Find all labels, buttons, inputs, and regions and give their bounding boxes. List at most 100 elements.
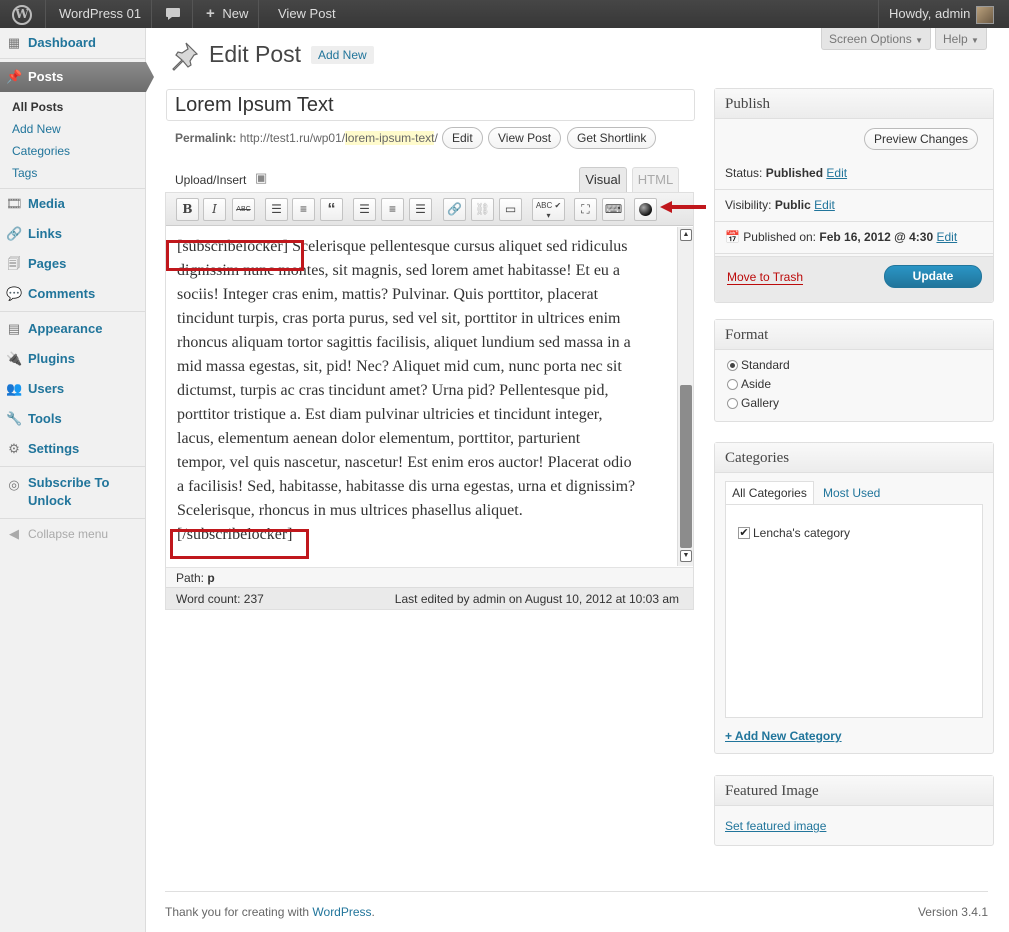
strikethrough-button[interactable]: ABC bbox=[232, 198, 255, 221]
category-checkbox[interactable]: ✔ bbox=[738, 527, 750, 539]
content-line: tincidunt turpis, cras porta purus, sed … bbox=[177, 310, 621, 327]
unlink-icon: ⛓ bbox=[474, 202, 491, 216]
tab-html[interactable]: HTML bbox=[632, 167, 679, 193]
menu-subscribe-to-unlock[interactable]: ◎ Subscribe To Unlock bbox=[0, 474, 145, 514]
view-post-label: View Post bbox=[278, 6, 336, 21]
add-new-post-button[interactable]: Add New bbox=[311, 46, 374, 64]
my-account-menu[interactable]: Howdy, admin bbox=[878, 0, 1009, 28]
word-count: Word count: 237 bbox=[176, 592, 264, 606]
spellcheck-button[interactable]: ABC ✔ ▾ bbox=[532, 198, 565, 221]
view-post-button[interactable]: View Post bbox=[488, 127, 562, 149]
add-new-category-link[interactable]: + Add New Category bbox=[725, 729, 842, 743]
featured-image-box-title[interactable]: Featured Image bbox=[715, 776, 993, 806]
submenu-add-new[interactable]: Add New bbox=[12, 122, 61, 136]
unlink-button[interactable]: ⛓ bbox=[471, 198, 494, 221]
view-post-link[interactable]: View Post bbox=[268, 0, 346, 28]
menu-tools[interactable]: 🔧 Tools bbox=[0, 404, 145, 434]
wordpress-link[interactable]: WordPress bbox=[312, 905, 371, 919]
menu-pages[interactable]: 🗐 Pages bbox=[0, 249, 145, 279]
format-standard-label: Standard bbox=[741, 358, 790, 372]
new-content-menu[interactable]: + New bbox=[196, 0, 260, 28]
format-gallery-radio[interactable] bbox=[727, 398, 738, 409]
scroll-down-icon[interactable]: ▼ bbox=[680, 550, 692, 562]
content-line: tempor, vel quis nascetur, nascetur! Est… bbox=[177, 454, 632, 471]
format-box-title[interactable]: Format bbox=[715, 320, 993, 350]
post-title-input[interactable] bbox=[166, 89, 695, 121]
permalink-slug[interactable]: lorem-ipsum-text bbox=[345, 131, 435, 145]
bullet-list-button[interactable]: ☰ bbox=[265, 198, 288, 221]
menu-appearance[interactable]: ▤ Appearance bbox=[0, 314, 145, 344]
admin-sidebar: ▦ Dashboard 📌 Posts All Posts Add New Ca… bbox=[0, 28, 154, 932]
content-line: a facilisis! Sed, habitasse, habitasse d… bbox=[177, 478, 636, 495]
more-tag-icon: ▭ bbox=[504, 202, 517, 216]
menu-posts[interactable]: 📌 Posts bbox=[0, 62, 154, 92]
comments-link[interactable] bbox=[155, 0, 193, 28]
publish-box-title[interactable]: Publish bbox=[715, 89, 993, 119]
get-shortlink-button[interactable]: Get Shortlink bbox=[567, 127, 657, 149]
media-upload-icon[interactable]: ▣ bbox=[255, 170, 267, 186]
red-arrow-icon bbox=[660, 201, 706, 213]
collapse-menu[interactable]: ◀ Collapse menu bbox=[0, 519, 145, 549]
update-button[interactable]: Update bbox=[884, 265, 982, 288]
wp-logo-menu[interactable]: W bbox=[0, 0, 46, 28]
menu-links[interactable]: 🔗 Links bbox=[0, 219, 145, 249]
new-label: New bbox=[222, 6, 249, 21]
menu-plugins[interactable]: 🔌 Plugins bbox=[0, 344, 145, 374]
move-to-trash-link[interactable]: Move to Trash bbox=[727, 270, 804, 285]
categories-box-title[interactable]: Categories bbox=[715, 443, 993, 473]
menu-dashboard[interactable]: ▦ Dashboard bbox=[0, 28, 145, 58]
blockquote-button[interactable]: “ bbox=[320, 198, 343, 221]
users-icon: 👥 bbox=[6, 381, 23, 396]
align-left-button[interactable]: ☰ bbox=[353, 198, 376, 221]
path-value[interactable]: p bbox=[207, 571, 214, 585]
locker-ball-icon bbox=[639, 203, 652, 216]
subscribe-icon: ◎ bbox=[8, 477, 20, 492]
align-center-button[interactable]: ≡ bbox=[381, 198, 404, 221]
align-right-button[interactable]: ☰ bbox=[409, 198, 432, 221]
menu-comments[interactable]: 💬 Comments bbox=[0, 279, 145, 309]
edit-status-link[interactable]: Edit bbox=[826, 166, 847, 180]
upload-insert-link[interactable]: Upload/Insert bbox=[175, 173, 246, 187]
edit-visibility-link[interactable]: Edit bbox=[814, 198, 835, 212]
tab-most-used[interactable]: Most Used bbox=[823, 486, 880, 500]
edit-permalink-button[interactable]: Edit bbox=[442, 127, 483, 149]
screen-options-button[interactable]: Screen Options ▼ bbox=[821, 28, 931, 50]
menu-label-line1: Subscribe To bbox=[28, 475, 110, 490]
dropdown-arrow-icon: ▼ bbox=[915, 36, 923, 45]
submenu-tags[interactable]: Tags bbox=[12, 166, 37, 180]
scroll-thumb[interactable] bbox=[680, 385, 692, 548]
help-button[interactable]: Help ▼ bbox=[935, 28, 987, 50]
menu-label: Pages bbox=[28, 256, 67, 271]
numbered-list-button[interactable]: ≡ bbox=[292, 198, 315, 221]
menu-users[interactable]: 👥 Users bbox=[0, 374, 145, 404]
collapse-label: Collapse menu bbox=[28, 527, 109, 541]
submenu-categories[interactable]: Categories bbox=[12, 144, 70, 158]
menu-media[interactable]: 🎞 Media bbox=[0, 189, 145, 219]
submenu-all-posts[interactable]: All Posts bbox=[12, 100, 63, 114]
preview-changes-button[interactable]: Preview Changes bbox=[864, 128, 979, 150]
format-standard-radio[interactable] bbox=[727, 360, 738, 371]
editor-toolbar: B I ABC ☰ ≡ “ ☰ ≡ ☰ 🔗 ⛓ ▭ ABC ✔ ▾ ⛶ ⌨ bbox=[166, 193, 693, 226]
edit-date-link[interactable]: Edit bbox=[936, 230, 957, 244]
tab-visual[interactable]: Visual bbox=[579, 167, 627, 193]
fullscreen-button[interactable]: ⛶ bbox=[574, 198, 597, 221]
published-label: Published on: bbox=[743, 230, 817, 244]
set-featured-image-link[interactable]: Set featured image bbox=[725, 819, 826, 833]
kitchen-sink-button[interactable]: ⌨ bbox=[602, 198, 625, 221]
subscribe-locker-button[interactable] bbox=[634, 198, 657, 221]
tab-all-categories[interactable]: All Categories bbox=[725, 481, 814, 505]
format-aside-radio[interactable] bbox=[727, 379, 738, 390]
editor-scrollbar[interactable]: ▲ ▼ bbox=[677, 227, 693, 566]
editor-content[interactable]: [subscribelocker] Scelerisque pellentesq… bbox=[167, 227, 677, 565]
menu-settings[interactable]: ⚙ Settings bbox=[0, 434, 145, 464]
insert-more-button[interactable]: ▭ bbox=[499, 198, 522, 221]
insert-link-button[interactable]: 🔗 bbox=[443, 198, 466, 221]
scroll-up-icon[interactable]: ▲ bbox=[680, 229, 692, 241]
italic-button[interactable]: I bbox=[203, 198, 226, 221]
bold-button[interactable]: B bbox=[176, 198, 199, 221]
fullscreen-icon: ⛶ bbox=[581, 202, 590, 216]
site-name: WordPress 01 bbox=[59, 6, 142, 21]
plus-icon: + bbox=[206, 5, 215, 22]
format-aside-label: Aside bbox=[741, 377, 772, 391]
site-name-link[interactable]: WordPress 01 bbox=[46, 0, 153, 28]
